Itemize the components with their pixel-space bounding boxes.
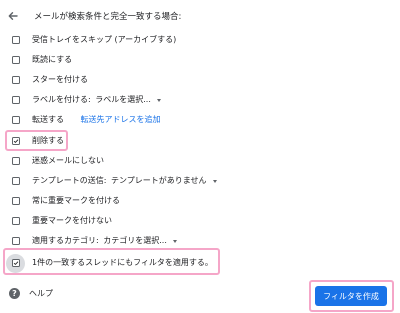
send-template-label: テンプレートの送信: (32, 176, 107, 185)
template-select-value: テンプレートがありません (111, 176, 207, 185)
option-apply-existing: 1件の一致するスレッドにもフィルタを適用する。 (0, 253, 400, 273)
template-select-dropdown[interactable]: テンプレートがありません (111, 175, 217, 187)
help-link[interactable]: ? ヘルプ (9, 288, 53, 299)
never-important-checkbox[interactable] (7, 213, 25, 229)
delete-label: 削除する (32, 136, 64, 145)
option-delete: 削除する (0, 131, 400, 151)
never-important-label: 重要マークを付けない (32, 216, 112, 225)
option-mark-read: 既読にする (0, 50, 400, 70)
caret-down-icon (172, 239, 177, 243)
apply-existing-checkbox[interactable] (7, 255, 25, 271)
apply-label-label: ラベルを付ける: (32, 95, 91, 104)
star-checkbox[interactable] (7, 72, 25, 88)
check-icon (13, 261, 19, 266)
option-send-template: テンプレートの送信: テンプレートがありません (0, 171, 400, 191)
always-important-label: 常に重要マークを付ける (32, 196, 120, 205)
category-select-value: カテゴリを選択... (103, 236, 167, 245)
option-never-important: 重要マークを付けない (0, 211, 400, 231)
forward-checkbox[interactable] (7, 112, 25, 128)
caret-down-icon (156, 98, 161, 102)
never-spam-label: 迷惑メールにしない (32, 156, 104, 165)
mark-read-label: 既読にする (32, 55, 73, 64)
check-icon (13, 139, 19, 144)
forward-row-text: 転送する 転送先アドレスを追加 (32, 114, 161, 126)
filter-actions-header: メールが検索条件と完全一致する場合: (6, 8, 181, 24)
arrow-left-icon[interactable] (6, 9, 20, 23)
label-select-dropdown[interactable]: ラベルを選択... (95, 94, 161, 106)
skip-inbox-label: 受信トレイをスキップ (アーカイブする) (32, 35, 177, 44)
never-spam-checkbox[interactable] (7, 153, 25, 169)
add-forwarding-address-link[interactable]: 転送先アドレスを追加 (81, 115, 161, 124)
categorize-label: 適用するカテゴリ: (32, 236, 99, 245)
help-label: ヘルプ (29, 289, 53, 298)
send-template-checkbox[interactable] (7, 173, 25, 189)
create-filter-button[interactable]: フィルタを作成 (315, 286, 387, 306)
apply-label-row-text: ラベルを付ける: ラベルを選択... (32, 94, 161, 106)
caret-down-icon (212, 179, 217, 183)
apply-existing-label: 1件の一致するスレッドにもフィルタを適用する。 (32, 258, 213, 267)
label-select-value: ラベルを選択... (95, 95, 151, 104)
skip-inbox-checkbox[interactable] (7, 32, 25, 48)
option-never-spam: 迷惑メールにしない (0, 151, 400, 171)
always-important-checkbox[interactable] (7, 193, 25, 209)
delete-checkbox[interactable] (7, 133, 25, 149)
help-circle-icon: ? (9, 288, 20, 299)
option-always-important: 常に重要マークを付ける (0, 191, 400, 211)
option-skip-inbox: 受信トレイをスキップ (アーカイブする) (0, 30, 400, 50)
mark-read-checkbox[interactable] (7, 52, 25, 68)
categorize-row-text: 適用するカテゴリ: カテゴリを選択... (32, 235, 177, 247)
option-categorize: 適用するカテゴリ: カテゴリを選択... (0, 231, 400, 251)
option-apply-label: ラベルを付ける: ラベルを選択... (0, 90, 400, 110)
category-select-dropdown[interactable]: カテゴリを選択... (103, 235, 177, 247)
option-star: スターを付ける (0, 70, 400, 90)
categorize-checkbox[interactable] (7, 233, 25, 249)
apply-label-checkbox[interactable] (7, 92, 25, 108)
star-label: スターを付ける (32, 75, 88, 84)
forward-label: 転送する (32, 115, 64, 124)
send-template-row-text: テンプレートの送信: テンプレートがありません (32, 175, 217, 187)
header-title: メールが検索条件と完全一致する場合: (34, 12, 182, 22)
option-forward: 転送する 転送先アドレスを追加 (0, 110, 400, 130)
